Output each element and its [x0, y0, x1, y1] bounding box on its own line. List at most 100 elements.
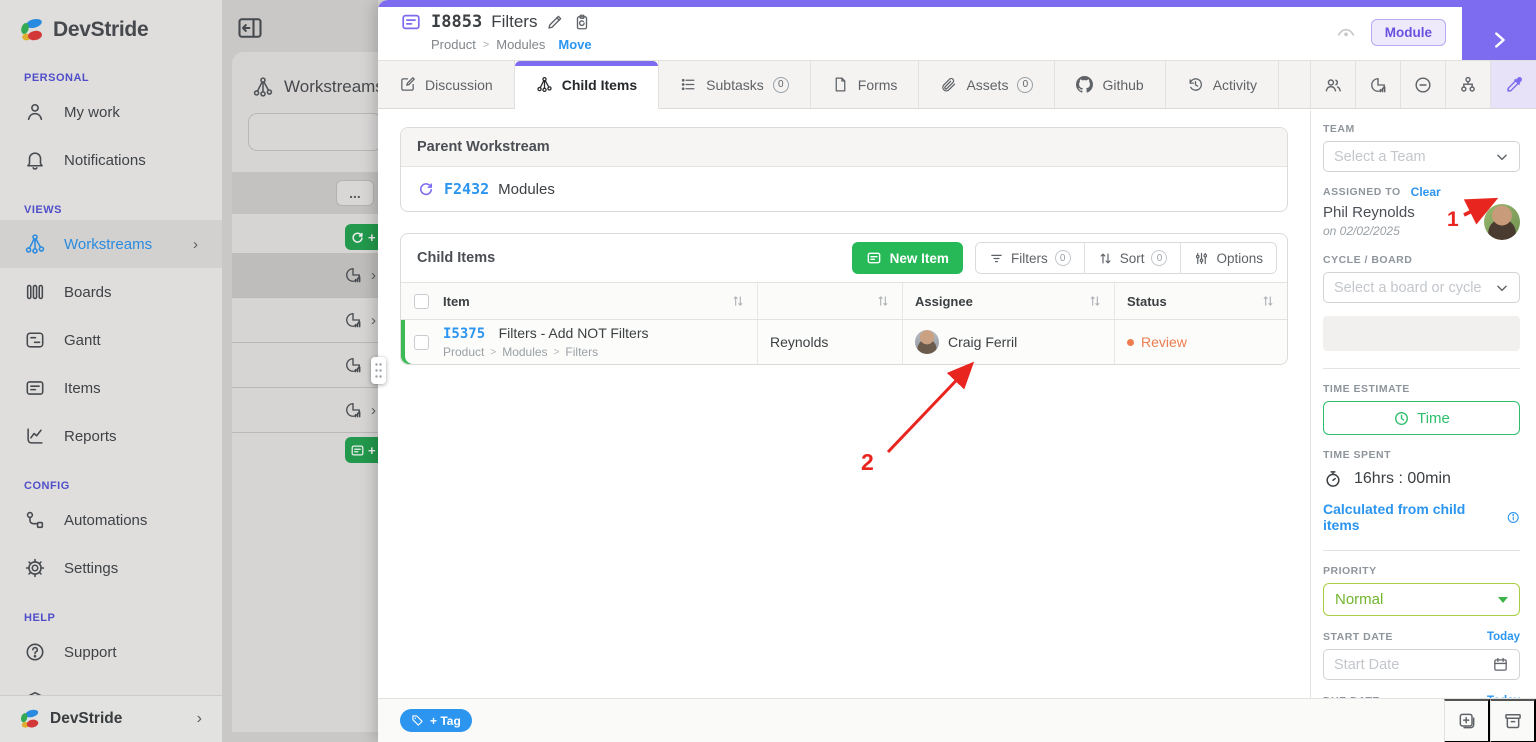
tab-github[interactable]: Github: [1055, 61, 1166, 108]
sidebar-item-automations[interactable]: Automations: [0, 496, 222, 544]
clock-icon: [1395, 411, 1409, 425]
sidebar-item-settings[interactable]: Settings: [0, 544, 222, 592]
status-dot: [1127, 338, 1134, 346]
workstream-row[interactable]: ›: [232, 253, 378, 298]
github-icon: [1076, 76, 1094, 93]
bell-icon: [27, 152, 43, 170]
panel-resize-handle[interactable]: [371, 357, 386, 384]
team-placeholder: Select a Team: [1334, 148, 1426, 165]
status-label[interactable]: Review: [1141, 334, 1187, 350]
move-link[interactable]: Move: [558, 37, 591, 52]
clear-assignee-link[interactable]: Clear: [1411, 185, 1441, 199]
sidebar-item-my-work[interactable]: My work: [0, 88, 222, 136]
chevron-down-icon: [1497, 154, 1507, 160]
module-type-button[interactable]: Module: [1370, 19, 1446, 46]
archive-item-button[interactable]: [1490, 698, 1536, 742]
sidebar-item-support[interactable]: Support: [0, 628, 222, 676]
sort-toggle-icon[interactable]: [876, 294, 890, 308]
more-options-button[interactable]: ...: [336, 180, 374, 206]
row-checkbox[interactable]: [413, 334, 429, 350]
plus-icon: +: [368, 442, 376, 458]
column-header-status[interactable]: Status: [1127, 294, 1167, 309]
app-root: DevStride PERSONAL My work Notifications…: [0, 0, 1536, 742]
workstream-row[interactable]: ›: [232, 298, 378, 343]
tab-label: Child Items: [561, 76, 638, 93]
child-item-column2-value: Reynolds: [770, 334, 829, 350]
tab-child-items[interactable]: Child Items: [514, 61, 660, 109]
item-card-icon: [402, 14, 420, 30]
expand-button[interactable]: [1462, 0, 1536, 60]
tab-subtasks[interactable]: Subtasks 0: [659, 61, 811, 108]
assigned-date: on 02/02/2025: [1323, 224, 1400, 238]
workstreams-panel-title-text: Workstreams: [284, 77, 384, 96]
devstride-logo-icon: [21, 18, 42, 41]
duplicate-item-button[interactable]: [1444, 698, 1490, 742]
time-estimate-button[interactable]: Time: [1323, 401, 1520, 435]
tab-discussion[interactable]: Discussion: [378, 61, 515, 108]
duplicate-plus-icon: [1459, 713, 1474, 728]
assignee-name: Craig Ferril: [948, 334, 1018, 350]
edit-title-button[interactable]: [546, 13, 564, 31]
child-item-row[interactable]: I5375 Filters - Add NOT Filters Product >…: [401, 320, 1287, 364]
filters-button[interactable]: Filters 0: [975, 243, 1084, 273]
priority-select[interactable]: Normal: [1323, 583, 1520, 616]
copy-link-button[interactable]: [573, 13, 591, 31]
table-header-row: Item Assignee Status: [401, 282, 1287, 320]
hierarchy-button[interactable]: [1446, 61, 1491, 108]
calendar-icon: [1494, 657, 1507, 671]
column-header-item[interactable]: Item: [443, 294, 470, 309]
gear-icon: [25, 558, 45, 578]
breadcrumb-item[interactable]: Modules: [496, 37, 545, 52]
tab-label: Forms: [857, 76, 898, 93]
select-all-checkbox[interactable]: [413, 293, 429, 309]
new-item-label: New Item: [889, 250, 949, 266]
parent-workstream-row[interactable]: F2432 Modules: [401, 167, 1287, 211]
items-icon: [26, 381, 44, 395]
parent-workstream-id[interactable]: F2432: [444, 180, 489, 198]
sort-button[interactable]: Sort 0: [1083, 243, 1181, 273]
loop-icon: [352, 232, 363, 243]
workstream-row[interactable]: ›: [232, 343, 378, 388]
column-header-assignee[interactable]: Assignee: [915, 294, 973, 309]
tab-assets[interactable]: Assets 0: [919, 61, 1056, 108]
sidebar-item-items[interactable]: Items: [0, 364, 222, 412]
add-tag-label: + Tag: [430, 713, 461, 728]
blocked-button[interactable]: [1401, 61, 1446, 108]
start-date-today-link[interactable]: Today: [1487, 631, 1520, 643]
start-date-input[interactable]: Start Date: [1323, 649, 1520, 680]
metrics-button[interactable]: [1356, 61, 1401, 108]
eyedropper-button[interactable]: [1491, 61, 1536, 108]
tab-activity[interactable]: Activity: [1166, 61, 1280, 108]
sort-toggle-icon[interactable]: [1261, 294, 1275, 308]
child-item-title[interactable]: Filters - Add NOT Filters: [499, 325, 649, 341]
sidebar-item-notifications[interactable]: Notifications: [0, 136, 222, 184]
calculated-from-child-items-link[interactable]: Calculated from child items: [1323, 501, 1520, 533]
sidebar-item-label: Boards: [64, 283, 112, 301]
cycle-board-select[interactable]: Select a board or cycle: [1323, 272, 1520, 303]
sort-toggle-icon[interactable]: [731, 294, 745, 308]
child-item-id[interactable]: I5375: [443, 326, 485, 342]
watch-eye-icon[interactable]: [1335, 22, 1357, 44]
assignee-avatar[interactable]: [1484, 204, 1520, 240]
breadcrumb-item[interactable]: Product: [431, 37, 476, 52]
add-tag-button[interactable]: + Tag: [400, 709, 472, 732]
sidebar-footer[interactable]: DevStride ›: [0, 695, 222, 742]
collapse-panel-button[interactable]: [236, 14, 264, 38]
chevron-right-icon: ›: [371, 401, 376, 419]
sort-toggle-icon[interactable]: [1088, 294, 1102, 308]
sidebar-item-reports[interactable]: Reports: [0, 412, 222, 460]
options-button[interactable]: Options: [1180, 243, 1276, 273]
team-select[interactable]: Select a Team: [1323, 141, 1520, 172]
sidebar-item-boards[interactable]: Boards: [0, 268, 222, 316]
new-item-button[interactable]: New Item: [851, 242, 963, 274]
workstreams-panel-title: Workstreams: [252, 76, 384, 98]
devstride-logo[interactable]: DevStride: [0, 0, 222, 52]
tab-forms[interactable]: Forms: [811, 61, 920, 108]
workstream-search-input[interactable]: [248, 113, 382, 151]
sidebar-item-workstreams[interactable]: Workstreams ›: [0, 220, 222, 268]
members-button[interactable]: [1311, 61, 1356, 108]
eyedropper-icon: [1506, 76, 1522, 92]
sidebar-item-gantt[interactable]: Gantt: [0, 316, 222, 364]
workstream-row[interactable]: ›: [232, 388, 378, 433]
filters-label: Filters: [1010, 250, 1048, 266]
